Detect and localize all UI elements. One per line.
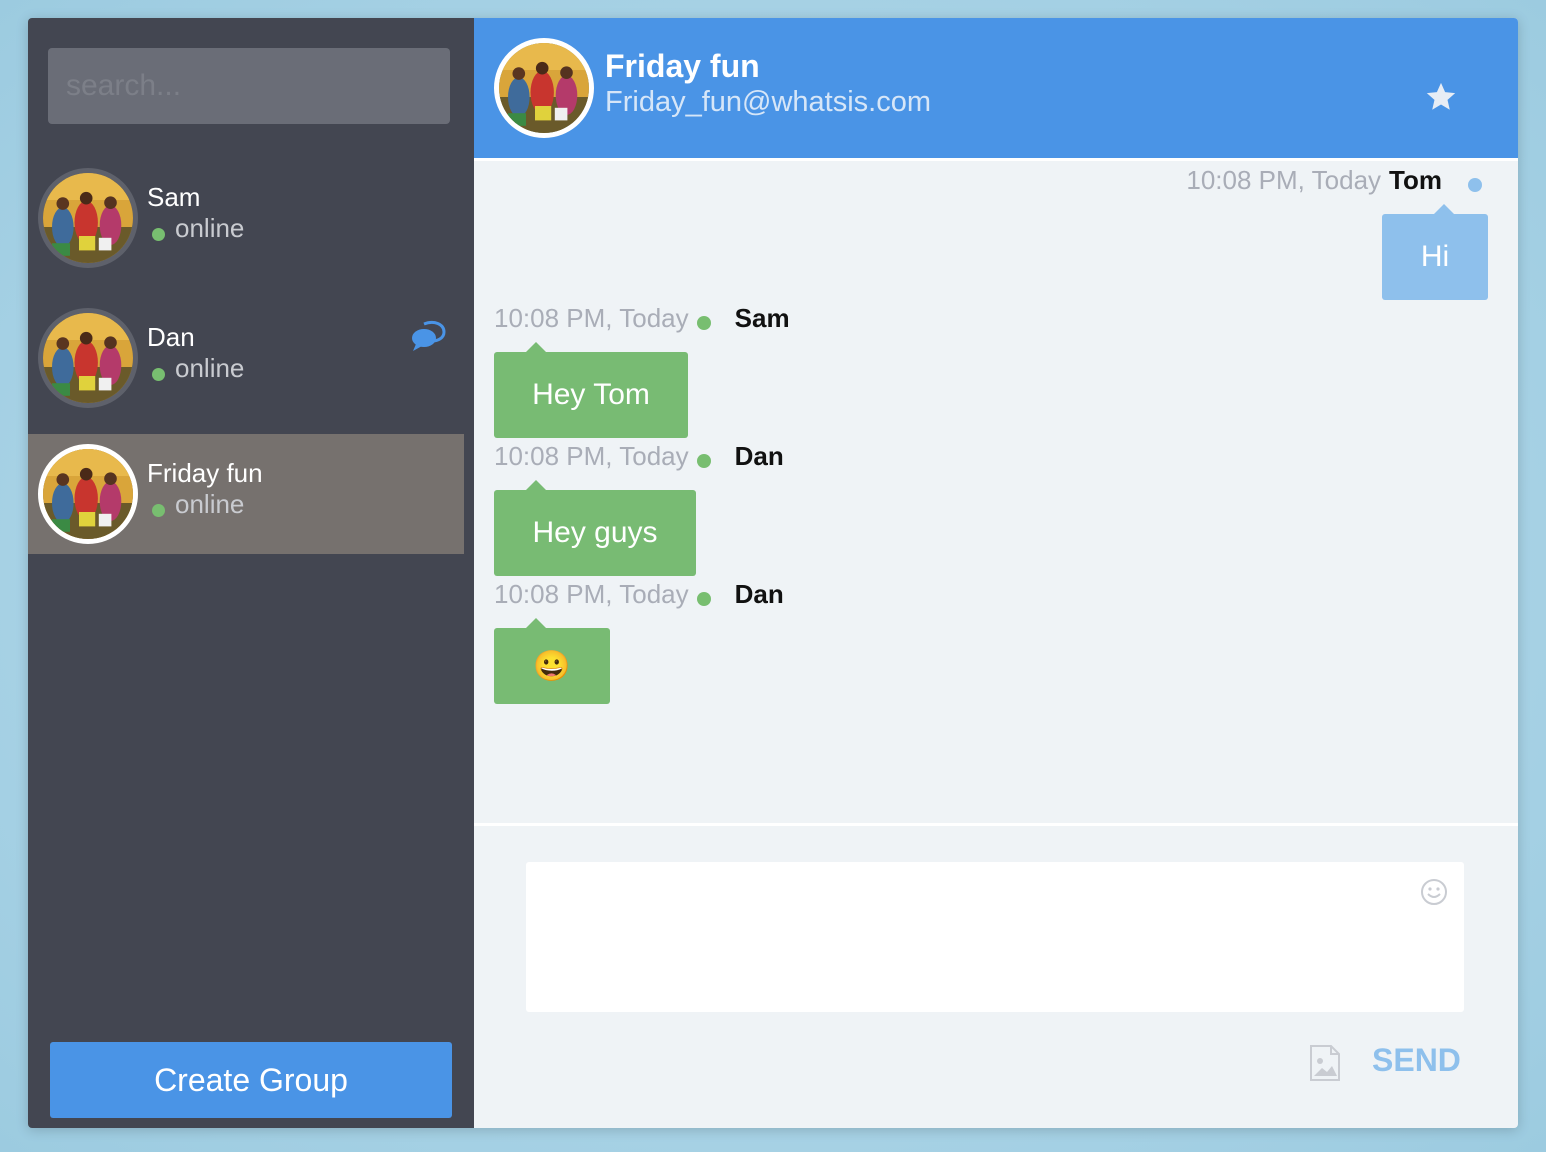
contact-status: online [152,489,244,520]
message-bubble: Hey Tom [494,342,688,438]
message-author: Dan [734,441,784,471]
message-text: Hi [1420,240,1450,273]
status-dot-icon [1468,177,1482,192]
message-author: Sam [734,303,790,333]
chat-app-window: Sam online Dan online Friday fun [28,18,1518,1128]
contact-item-dan[interactable]: Dan online [28,298,464,418]
message-author: Dan [734,579,784,609]
chat-bubbles-icon [412,320,446,351]
contact-name: Dan [147,322,195,352]
avatar [494,38,594,138]
message-meta: 10:08 PM, Today Dan [494,441,784,472]
online-dot-icon [152,504,165,517]
star-icon[interactable] [1424,80,1458,114]
message-time: 10:08 PM, Today [494,303,689,333]
message-time: 10:08 PM, Today [494,579,689,609]
avatar [38,168,138,268]
smiley-icon[interactable] [1420,878,1448,906]
online-dot-icon [152,228,165,241]
message-meta: 10:08 PM, Today Sam [494,303,790,334]
message-author: Tom [1389,165,1442,195]
online-dot-icon [152,368,165,381]
message-text: Hey guys [532,516,658,549]
contact-status: online [152,353,244,384]
status-text: online [175,353,245,383]
message-list: 10:08 PM, Today Tom Hi 10:08 PM, Today S… [474,161,1518,823]
image-attach-icon[interactable] [1309,1044,1341,1082]
message-bubble: Hey guys [494,480,696,576]
message-bubble: 😀 [494,618,610,704]
chat-header: Friday fun Friday_fun@whatsis.com [474,18,1518,161]
message-input[interactable] [526,862,1464,1012]
status-dot-icon [696,453,711,468]
divider [474,823,1518,826]
message-time: 10:08 PM, Today [1186,165,1382,195]
message-meta: 10:08 PM, Today Tom [1186,165,1482,196]
avatar [38,444,138,544]
message-text: Hey Tom [532,378,650,411]
chat-title: Friday fun [605,48,760,84]
message-bubble: Hi [1382,204,1488,300]
message-meta: 10:08 PM, Today Dan [494,579,784,610]
send-button[interactable]: SEND [1372,1042,1461,1079]
chat-email: Friday_fun@whatsis.com [605,86,931,118]
sidebar: Sam online Dan online Friday fun [28,18,474,1128]
create-group-button[interactable]: Create Group [50,1042,452,1118]
status-text: online [175,489,245,519]
smiley-emoji-icon: 😀 [533,649,571,683]
avatar [38,308,138,408]
status-dot-icon [696,591,711,606]
message-time: 10:08 PM, Today [494,441,689,471]
search-input[interactable] [48,48,450,124]
contact-name: Sam [147,182,201,212]
contact-item-sam[interactable]: Sam online [28,158,464,278]
contact-name: Friday fun [147,458,263,488]
contact-status: online [152,213,244,244]
contact-item-friday-fun[interactable]: Friday fun online [28,434,464,554]
chat-panel: Friday fun Friday_fun@whatsis.com 10:08 … [474,18,1518,1128]
status-dot-icon [696,315,711,330]
status-text: online [175,213,245,243]
